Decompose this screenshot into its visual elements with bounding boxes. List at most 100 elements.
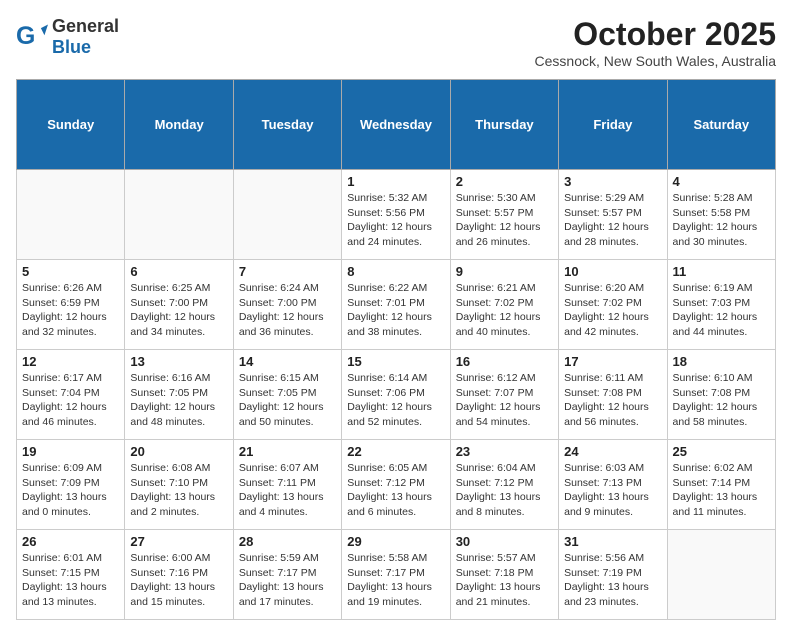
col-header-thursday: Thursday (450, 80, 558, 170)
logo-icon: G (16, 21, 48, 53)
day-number: 6 (130, 264, 227, 279)
day-number: 1 (347, 174, 444, 189)
day-info: Sunrise: 6:15 AM Sunset: 7:05 PM Dayligh… (239, 371, 336, 430)
cell-w4-d4: 30 Sunrise: 5:57 AM Sunset: 7:18 PM Dayli… (450, 530, 558, 620)
location: Cessnock, New South Wales, Australia (535, 53, 776, 69)
day-info: Sunrise: 6:03 AM Sunset: 7:13 PM Dayligh… (564, 461, 661, 520)
cell-w4-d1: 27 Sunrise: 6:00 AM Sunset: 7:16 PM Dayli… (125, 530, 233, 620)
logo-blue-text: Blue (52, 37, 119, 58)
day-info: Sunrise: 6:17 AM Sunset: 7:04 PM Dayligh… (22, 371, 119, 430)
logo: G General Blue (16, 16, 119, 58)
cell-w0-d4: 2 Sunrise: 5:30 AM Sunset: 5:57 PM Daylig… (450, 170, 558, 260)
cell-w3-d6: 25 Sunrise: 6:02 AM Sunset: 7:14 PM Dayli… (667, 440, 775, 530)
day-info: Sunrise: 5:28 AM Sunset: 5:58 PM Dayligh… (673, 191, 770, 250)
cell-w1-d6: 11 Sunrise: 6:19 AM Sunset: 7:03 PM Dayli… (667, 260, 775, 350)
day-info: Sunrise: 6:11 AM Sunset: 7:08 PM Dayligh… (564, 371, 661, 430)
day-number: 2 (456, 174, 553, 189)
logo-general-text: General (52, 16, 119, 37)
day-number: 11 (673, 264, 770, 279)
cell-w3-d1: 20 Sunrise: 6:08 AM Sunset: 7:10 PM Dayli… (125, 440, 233, 530)
cell-w1-d4: 9 Sunrise: 6:21 AM Sunset: 7:02 PM Daylig… (450, 260, 558, 350)
cell-w0-d1 (125, 170, 233, 260)
day-number: 7 (239, 264, 336, 279)
day-info: Sunrise: 6:08 AM Sunset: 7:10 PM Dayligh… (130, 461, 227, 520)
day-number: 27 (130, 534, 227, 549)
day-info: Sunrise: 5:56 AM Sunset: 7:19 PM Dayligh… (564, 551, 661, 610)
day-info: Sunrise: 6:19 AM Sunset: 7:03 PM Dayligh… (673, 281, 770, 340)
cell-w1-d3: 8Sunrise: 6:22 AM Sunset: 7:01 PM Daylig… (342, 260, 450, 350)
day-info: Sunrise: 6:09 AM Sunset: 7:09 PM Dayligh… (22, 461, 119, 520)
day-info: Sunrise: 5:30 AM Sunset: 5:57 PM Dayligh… (456, 191, 553, 250)
day-info: Sunrise: 6:24 AM Sunset: 7:00 PM Dayligh… (239, 281, 336, 340)
day-number: 19 (22, 444, 119, 459)
cell-w0-d2 (233, 170, 341, 260)
cell-w4-d2: 28 Sunrise: 5:59 AM Sunset: 7:17 PM Dayli… (233, 530, 341, 620)
day-number: 17 (564, 354, 661, 369)
cell-w4-d0: 26 Sunrise: 6:01 AM Sunset: 7:15 PM Dayli… (17, 530, 125, 620)
day-number: 13 (130, 354, 227, 369)
day-number: 15 (347, 354, 444, 369)
day-number: 4 (673, 174, 770, 189)
col-header-monday: Monday (125, 80, 233, 170)
cell-w0-d5: 3 Sunrise: 5:29 AM Sunset: 5:57 PM Daylig… (559, 170, 667, 260)
day-number: 25 (673, 444, 770, 459)
day-number: 29 (347, 534, 444, 549)
col-header-friday: Friday (559, 80, 667, 170)
day-info: Sunrise: 6:21 AM Sunset: 7:02 PM Dayligh… (456, 281, 553, 340)
day-number: 31 (564, 534, 661, 549)
day-info: Sunrise: 6:10 AM Sunset: 7:08 PM Dayligh… (673, 371, 770, 430)
day-number: 30 (456, 534, 553, 549)
day-info: Sunrise: 5:57 AM Sunset: 7:18 PM Dayligh… (456, 551, 553, 610)
cell-w4-d6 (667, 530, 775, 620)
day-info: Sunrise: 6:04 AM Sunset: 7:12 PM Dayligh… (456, 461, 553, 520)
day-info: Sunrise: 6:00 AM Sunset: 7:16 PM Dayligh… (130, 551, 227, 610)
day-number: 23 (456, 444, 553, 459)
page-header: G General Blue October 2025 Cessnock, Ne… (16, 16, 776, 69)
day-number: 18 (673, 354, 770, 369)
day-info: Sunrise: 6:25 AM Sunset: 7:00 PM Dayligh… (130, 281, 227, 340)
day-number: 22 (347, 444, 444, 459)
col-header-sunday: Sunday (17, 80, 125, 170)
cell-w1-d0: 5Sunrise: 6:26 AM Sunset: 6:59 PM Daylig… (17, 260, 125, 350)
day-number: 3 (564, 174, 661, 189)
day-info: Sunrise: 5:58 AM Sunset: 7:17 PM Dayligh… (347, 551, 444, 610)
cell-w2-d0: 12 Sunrise: 6:17 AM Sunset: 7:04 PM Dayli… (17, 350, 125, 440)
day-number: 5 (22, 264, 119, 279)
day-number: 21 (239, 444, 336, 459)
day-info: Sunrise: 6:05 AM Sunset: 7:12 PM Dayligh… (347, 461, 444, 520)
day-number: 28 (239, 534, 336, 549)
day-number: 16 (456, 354, 553, 369)
cell-w2-d4: 16 Sunrise: 6:12 AM Sunset: 7:07 PM Dayli… (450, 350, 558, 440)
cell-w4-d3: 29 Sunrise: 5:58 AM Sunset: 7:17 PM Dayli… (342, 530, 450, 620)
cell-w3-d5: 24 Sunrise: 6:03 AM Sunset: 7:13 PM Dayli… (559, 440, 667, 530)
day-info: Sunrise: 6:16 AM Sunset: 7:05 PM Dayligh… (130, 371, 227, 430)
day-info: Sunrise: 6:02 AM Sunset: 7:14 PM Dayligh… (673, 461, 770, 520)
day-number: 12 (22, 354, 119, 369)
day-info: Sunrise: 5:59 AM Sunset: 7:17 PM Dayligh… (239, 551, 336, 610)
cell-w2-d5: 17 Sunrise: 6:11 AM Sunset: 7:08 PM Dayli… (559, 350, 667, 440)
cell-w2-d3: 15Sunrise: 6:14 AM Sunset: 7:06 PM Dayli… (342, 350, 450, 440)
cell-w3-d3: 22 Sunrise: 6:05 AM Sunset: 7:12 PM Dayli… (342, 440, 450, 530)
cell-w2-d6: 18 Sunrise: 6:10 AM Sunset: 7:08 PM Dayli… (667, 350, 775, 440)
cell-w2-d1: 13 Sunrise: 6:16 AM Sunset: 7:05 PM Dayli… (125, 350, 233, 440)
month-title: October 2025 (535, 16, 776, 53)
cell-w0-d6: 4 Sunrise: 5:28 AM Sunset: 5:58 PM Daylig… (667, 170, 775, 260)
day-number: 8 (347, 264, 444, 279)
day-number: 26 (22, 534, 119, 549)
day-info: Sunrise: 6:12 AM Sunset: 7:07 PM Dayligh… (456, 371, 553, 430)
cell-w3-d2: 21 Sunrise: 6:07 AM Sunset: 7:11 PM Dayli… (233, 440, 341, 530)
day-info: Sunrise: 6:20 AM Sunset: 7:02 PM Dayligh… (564, 281, 661, 340)
day-number: 14 (239, 354, 336, 369)
col-header-saturday: Saturday (667, 80, 775, 170)
day-number: 10 (564, 264, 661, 279)
day-number: 24 (564, 444, 661, 459)
day-info: Sunrise: 5:29 AM Sunset: 5:57 PM Dayligh… (564, 191, 661, 250)
day-info: Sunrise: 6:07 AM Sunset: 7:11 PM Dayligh… (239, 461, 336, 520)
cell-w2-d2: 14 Sunrise: 6:15 AM Sunset: 7:05 PM Dayli… (233, 350, 341, 440)
day-number: 20 (130, 444, 227, 459)
cell-w4-d5: 31 Sunrise: 5:56 AM Sunset: 7:19 PM Dayli… (559, 530, 667, 620)
cell-w1-d5: 10 Sunrise: 6:20 AM Sunset: 7:02 PM Dayli… (559, 260, 667, 350)
day-number: 9 (456, 264, 553, 279)
cell-w1-d2: 7 Sunrise: 6:24 AM Sunset: 7:00 PM Daylig… (233, 260, 341, 350)
day-info: Sunrise: 6:01 AM Sunset: 7:15 PM Dayligh… (22, 551, 119, 610)
